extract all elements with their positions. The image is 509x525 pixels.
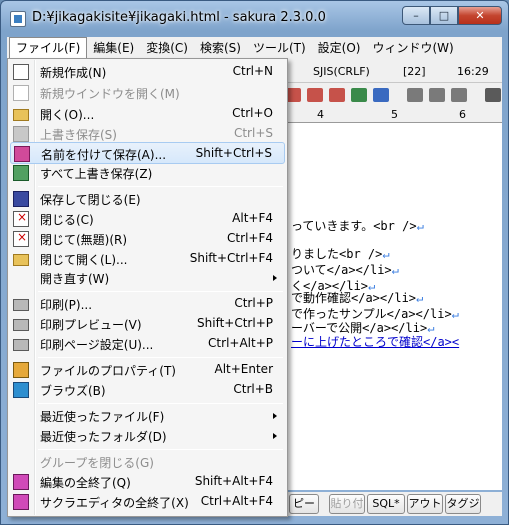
browse-icon <box>13 382 29 398</box>
menu-item-browse[interactable]: ブラウズ(B) Ctrl+B <box>10 379 285 401</box>
clock-indicator: 16:29 <box>457 65 489 78</box>
ruler-mark: 4 <box>317 108 324 121</box>
menu-item-reopen[interactable]: 開き直す(W) <box>10 267 285 289</box>
menu-item-save-close[interactable]: 保存して閉じる(E) <box>10 188 285 210</box>
menu-item-recent-folders[interactable]: 最近使ったフォルダ(D) <box>10 425 285 447</box>
exit-all-icon <box>13 494 29 510</box>
menu-tools[interactable]: ツール(T) <box>247 37 312 59</box>
menu-item-save-all[interactable]: すべて上書き保存(Z) <box>10 162 285 184</box>
sakura-app-icon[interactable] <box>10 11 26 27</box>
close-open-icon <box>13 254 29 266</box>
toolbar-tool-icon[interactable] <box>351 88 367 102</box>
func-sql-button[interactable]: SQL* <box>367 494 405 514</box>
menu-item-open[interactable]: 開く(O)... Ctrl+O <box>10 103 285 125</box>
save-all-icon <box>13 165 29 181</box>
menu-item-exit-edit[interactable]: 編集の全終了(Q) Shift+Alt+F4 <box>10 471 285 493</box>
menu-separator <box>38 357 283 358</box>
submenu-arrow-icon <box>273 275 277 281</box>
func-outline-button[interactable]: アウト <box>407 494 443 514</box>
code-line: りました<br />↵ <box>291 247 390 261</box>
toolbar-tool-icon[interactable] <box>451 88 467 102</box>
menu-item-print[interactable]: 印刷(P)... Ctrl+P <box>10 293 285 315</box>
new-window-icon <box>13 85 29 101</box>
toolbar-tool-icon[interactable] <box>373 88 389 102</box>
print-preview-icon <box>13 319 29 331</box>
menu-item-new[interactable]: 新規作成(N) Ctrl+N <box>10 61 285 83</box>
window-title: D:¥jikagakisite¥jikagaki.html - sakura 2… <box>32 10 326 25</box>
menu-item-print-preview[interactable]: 印刷プレビュー(V) Shift+Ctrl+P <box>10 313 285 335</box>
properties-icon <box>13 362 29 378</box>
save-as-icon <box>14 146 30 162</box>
ruler-mark: 6 <box>459 108 466 121</box>
submenu-arrow-icon <box>273 413 277 419</box>
close-document-icon <box>13 210 29 227</box>
menu-bar: ファイル(F) 編集(E) 変換(C) 検索(S) ツール(T) 設定(O) ウ… <box>7 37 502 59</box>
maximize-button[interactable]: □ <box>430 6 458 25</box>
menu-settings[interactable]: 設定(O) <box>312 37 367 59</box>
new-document-icon <box>13 64 29 80</box>
menu-convert[interactable]: 変換(C) <box>140 37 194 59</box>
menu-edit[interactable]: 編集(E) <box>87 37 140 59</box>
menu-item-close-group[interactable]: グループを閉じる(G) <box>10 451 285 473</box>
menu-item-recent-files[interactable]: 最近使ったファイル(F) <box>10 405 285 427</box>
menu-item-exit-all[interactable]: サクラエディタの全終了(X) Ctrl+Alt+F4 <box>10 491 285 513</box>
print-icon <box>13 299 29 311</box>
position-indicator: [22] <box>403 65 426 78</box>
menu-item-file-properties[interactable]: ファイルのプロパティ(T) Alt+Enter <box>10 359 285 381</box>
open-folder-icon <box>13 109 29 121</box>
code-line: っていきます。<br />↵ <box>291 219 424 233</box>
menu-separator <box>38 449 283 450</box>
page-setup-icon <box>13 339 29 351</box>
func-tagjump-button[interactable]: タグジ <box>445 494 481 514</box>
encoding-indicator: SJIS(CRLF) <box>313 65 370 78</box>
menu-separator <box>38 291 283 292</box>
save-close-icon <box>13 191 29 207</box>
func-copy-button[interactable]: ピー <box>289 494 319 514</box>
exit-edit-icon <box>13 474 29 490</box>
menu-item-save-as[interactable]: 名前を付けて保存(A)... Shift+Ctrl+S <box>10 142 285 164</box>
menu-item-new-window[interactable]: 新規ウインドウを開く(M) <box>10 82 285 104</box>
file-menu-dropdown: 新規作成(N) Ctrl+N 新規ウインドウを開く(M) 開く(O)... Ct… <box>7 58 288 517</box>
close-button[interactable]: ✕ <box>458 6 502 25</box>
code-line: ついて</a></li>↵ <box>291 263 399 277</box>
title-bar[interactable]: D:¥jikagakisite¥jikagaki.html - sakura 2… <box>1 1 508 35</box>
menu-separator <box>38 186 283 187</box>
ruler-mark: 5 <box>391 108 398 121</box>
menu-item-close-untitled[interactable]: 閉じて(無題)(R) Ctrl+F4 <box>10 228 285 250</box>
toolbar-tool-icon[interactable] <box>307 88 323 102</box>
func-paste-button[interactable]: 貼り付 <box>329 494 365 514</box>
menu-separator <box>38 403 283 404</box>
toolbar-tool-icon[interactable] <box>429 88 445 102</box>
minimize-button[interactable]: – <box>402 6 430 25</box>
toolbar-tool-icon[interactable] <box>407 88 423 102</box>
menu-item-close[interactable]: 閉じる(C) Alt+F4 <box>10 208 285 230</box>
toolbar-tool-icon[interactable] <box>485 88 501 102</box>
menu-search[interactable]: 検索(S) <box>194 37 247 59</box>
menu-item-page-setup[interactable]: 印刷ページ設定(U)... Ctrl+Alt+P <box>10 333 285 355</box>
toolbar-tool-icon[interactable] <box>329 88 345 102</box>
submenu-arrow-icon <box>273 433 277 439</box>
window-controls: – □ ✕ <box>402 6 502 26</box>
menu-file[interactable]: ファイル(F) <box>9 37 88 59</box>
menu-window[interactable]: ウィンドウ(W) <box>366 37 459 59</box>
close-untitled-icon <box>13 230 29 247</box>
code-line: で動作確認</a></li>↵ <box>291 291 424 305</box>
save-disk-icon <box>13 126 29 142</box>
code-line: ーに上げたところで確認</a>< <box>291 335 460 349</box>
